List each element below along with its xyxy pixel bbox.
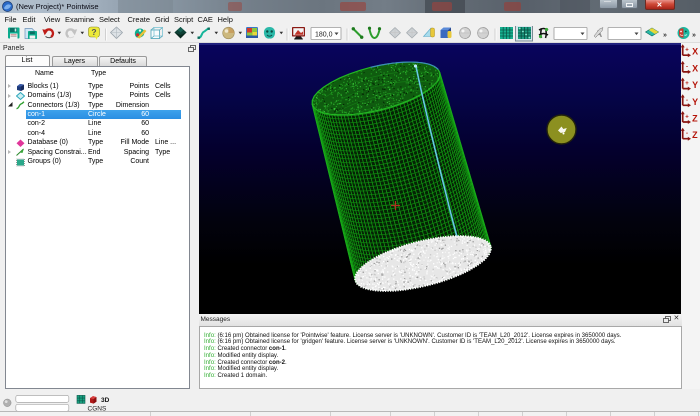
svg-text:3D: 3D	[101, 397, 110, 404]
svg-text:180,0: 180,0	[315, 32, 333, 39]
svg-text:?: ?	[91, 27, 96, 37]
svg-text:»: »	[663, 32, 667, 39]
svg-text:»: »	[692, 32, 696, 39]
